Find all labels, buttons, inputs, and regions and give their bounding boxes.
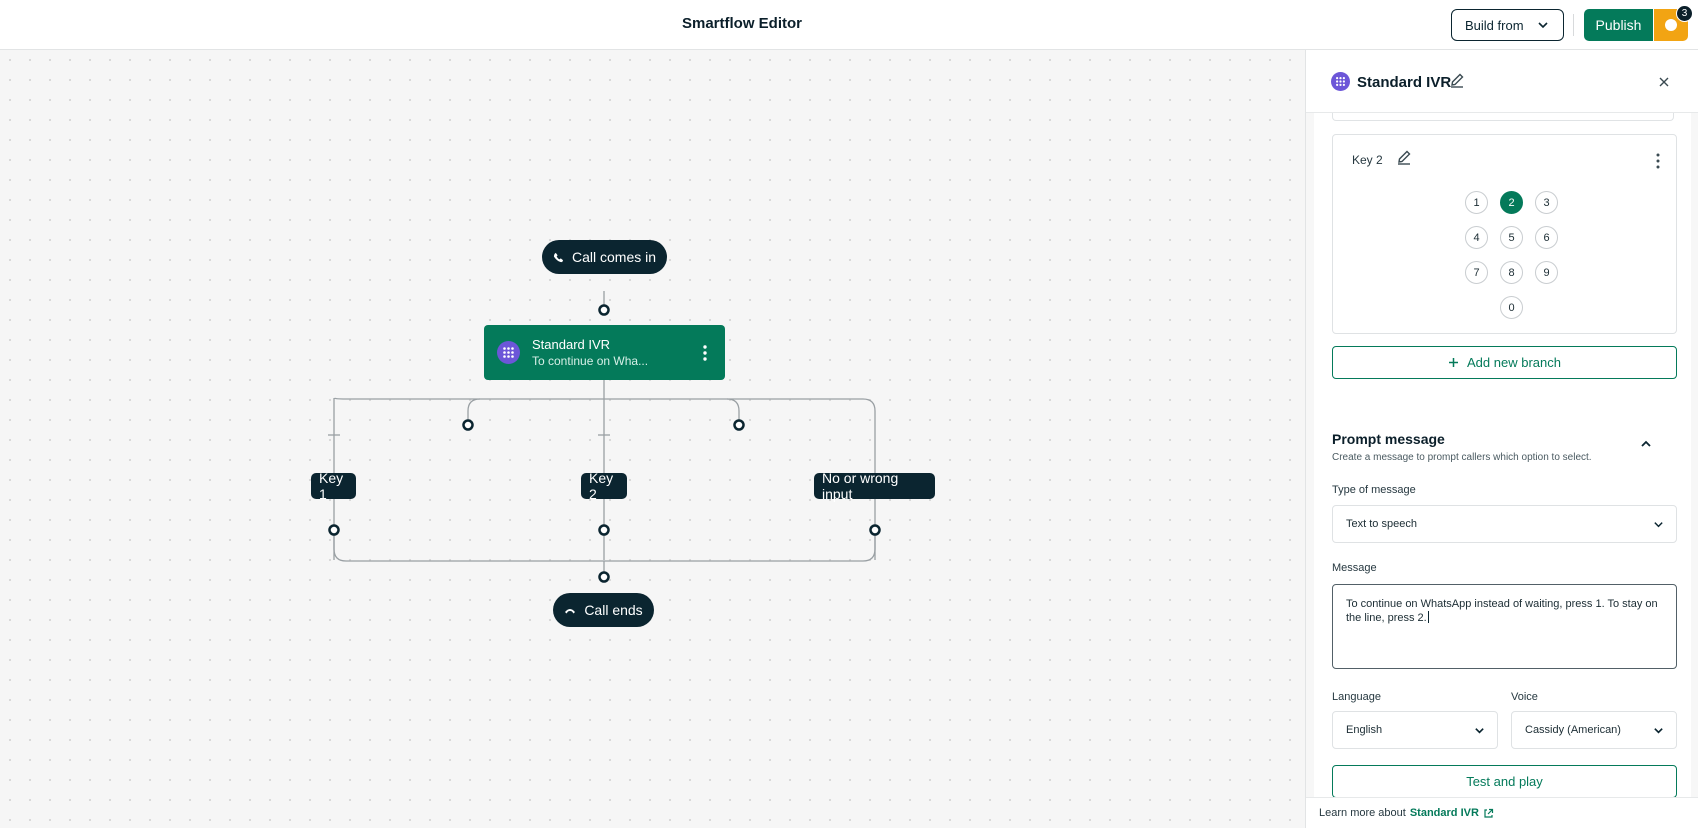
chevron-down-icon (1654, 522, 1663, 528)
add-new-branch-label: Add new branch (1467, 355, 1561, 370)
type-of-message-label: Type of message (1332, 484, 1416, 496)
key2-output-handle (598, 524, 610, 536)
more-vertical-icon[interactable] (698, 343, 712, 363)
branch-key-1[interactable]: Key 1 (311, 470, 356, 502)
ivr-node-title: Standard IVR (532, 337, 611, 352)
close-icon[interactable] (1658, 76, 1670, 88)
panel-header: Standard IVR (1306, 50, 1698, 113)
node-settings-panel: Standard IVR Key 2 1 2 3 4 5 6 7 8 9 0 A… (1305, 50, 1698, 828)
voice-value: Cassidy (American) (1525, 724, 1621, 736)
call-ends-node[interactable]: Call ends (553, 593, 654, 627)
notification-icon (1665, 19, 1677, 31)
prompt-message-description: Create a message to prompt callers which… (1332, 452, 1592, 463)
plus-icon (1449, 358, 1459, 367)
language-label: Language (1332, 691, 1381, 703)
publish-button[interactable]: Publish (1584, 9, 1653, 41)
more-vertical-icon[interactable] (1653, 152, 1663, 170)
digit-button-7[interactable]: 7 (1465, 261, 1488, 284)
standard-ivr-node[interactable]: Standard IVR To continue on Wha... (484, 325, 725, 380)
digit-button-5[interactable]: 5 (1500, 226, 1523, 249)
voice-select[interactable]: Cassidy (American) (1511, 711, 1677, 749)
key-branch-label: Key 2 (1352, 153, 1383, 167)
message-label: Message (1332, 562, 1377, 574)
message-textarea[interactable]: To continue on WhatsApp instead of waiti… (1332, 584, 1677, 669)
wrong-input-output-handle (869, 524, 881, 536)
digit-button-8[interactable]: 8 (1500, 261, 1523, 284)
branch-handle-1 (462, 419, 474, 431)
add-new-branch-button[interactable]: Add new branch (1332, 346, 1677, 379)
toolbar-divider (1573, 14, 1574, 36)
flow-canvas[interactable]: Call comes in Standard IVR To continue o… (0, 50, 1305, 828)
end-input-handle (598, 571, 610, 583)
digit-button-2[interactable]: 2 (1500, 191, 1523, 214)
branch-handle-2 (733, 419, 745, 431)
branch-key-2[interactable]: Key 2 (581, 470, 627, 502)
voice-label: Voice (1511, 691, 1538, 703)
edit-pencil-icon[interactable] (1396, 149, 1412, 165)
type-of-message-select[interactable]: Text to speech (1332, 505, 1677, 543)
panel-footer: Learn more about Standard IVR (1306, 797, 1698, 828)
notification-count-badge: 3 (1676, 5, 1693, 22)
key-branch-box: Key 2 1 2 3 4 5 6 7 8 9 0 (1332, 134, 1677, 334)
external-link-icon[interactable] (1483, 808, 1494, 819)
message-text: To continue on WhatsApp instead of waiti… (1346, 598, 1658, 624)
language-value: English (1346, 724, 1383, 736)
edit-pencil-icon[interactable] (1449, 72, 1465, 88)
keypad-icon (497, 341, 520, 364)
digit-button-3[interactable]: 3 (1535, 191, 1558, 214)
keypad-icon (1331, 72, 1350, 91)
key1-output-handle (328, 524, 340, 536)
start-output-handle (598, 304, 610, 316)
panel-title: Standard IVR (1357, 74, 1452, 91)
chevron-down-icon (1538, 22, 1548, 29)
language-select[interactable]: English (1332, 711, 1498, 749)
prompt-message-card: Prompt message Create a message to promp… (1314, 418, 1691, 828)
chevron-up-icon[interactable] (1640, 438, 1652, 450)
flow-connectors (328, 291, 881, 583)
phone-icon (553, 252, 564, 262)
learn-more-text: Learn more about (1319, 807, 1406, 819)
digit-button-9[interactable]: 9 (1535, 261, 1558, 284)
digit-button-6[interactable]: 6 (1535, 226, 1558, 249)
chevron-down-icon (1654, 728, 1663, 734)
call-ends-label: Call ends (584, 602, 643, 618)
digit-button-1[interactable]: 1 (1465, 191, 1488, 214)
previous-key-box (1332, 113, 1674, 121)
hang-up-icon (565, 608, 576, 613)
learn-more-link[interactable]: Standard IVR (1410, 807, 1479, 819)
type-of-message-value: Text to speech (1346, 518, 1417, 530)
branches-card: Key 2 1 2 3 4 5 6 7 8 9 0 Add new branch (1314, 113, 1691, 458)
prompt-message-heading: Prompt message (1332, 431, 1445, 447)
page-title: Smartflow Editor (681, 15, 802, 32)
text-caret (1427, 611, 1429, 623)
call-comes-in-label: Call comes in (571, 249, 657, 265)
digit-button-4[interactable]: 4 (1465, 226, 1488, 249)
top-bar: Smartflow Editor Build from Publish 3 (0, 0, 1698, 50)
build-from-label: Build from (1465, 17, 1524, 33)
ivr-node-subtitle: To continue on Wha... (532, 354, 649, 368)
chevron-down-icon (1475, 728, 1484, 734)
build-from-button[interactable]: Build from (1451, 9, 1564, 41)
test-and-play-button[interactable]: Test and play (1332, 765, 1677, 798)
branch-no-or-wrong-input[interactable]: No or wrong input (814, 470, 935, 502)
call-comes-in-node[interactable]: Call comes in (542, 240, 667, 274)
digit-button-0[interactable]: 0 (1500, 296, 1523, 319)
